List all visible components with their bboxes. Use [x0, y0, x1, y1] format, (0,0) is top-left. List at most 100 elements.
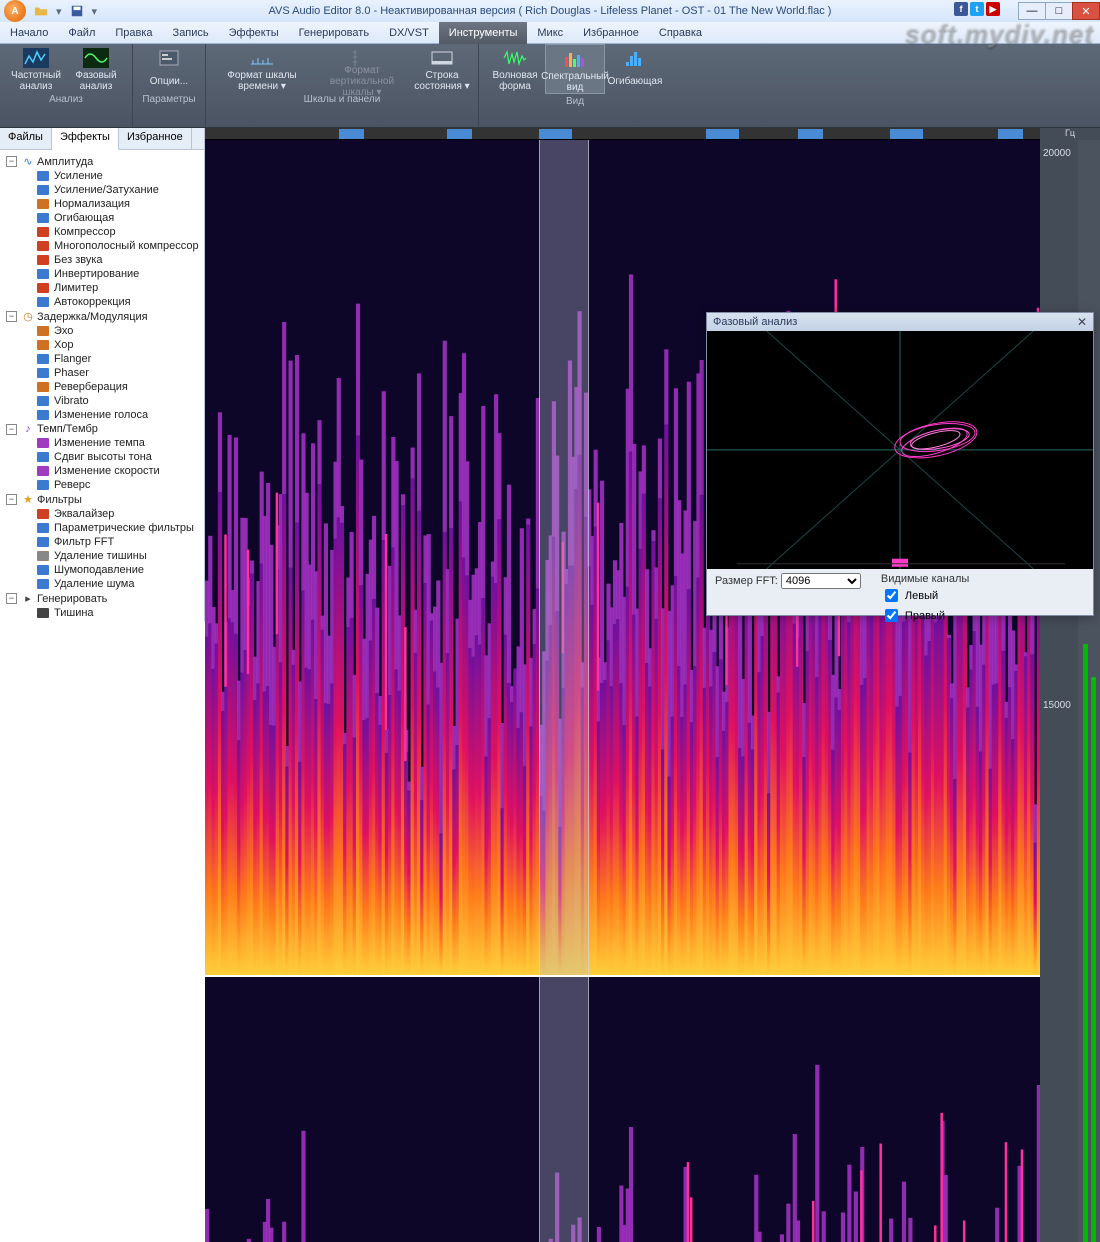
- title-bar: A ▾ ▾ AVS Audio Editor 8.0 - Неактивиров…: [0, 0, 1100, 22]
- tree-item[interactable]: Изменение голоса: [2, 408, 202, 422]
- menu-item[interactable]: Файл: [58, 22, 105, 44]
- tree-toggle-icon[interactable]: −: [6, 156, 17, 167]
- effect-icon: [36, 170, 50, 182]
- spectrogram-right[interactable]: [205, 977, 1040, 1242]
- sidebar-tab[interactable]: Эффекты: [52, 128, 119, 150]
- spectral-view-button[interactable]: Спектральный вид: [545, 44, 605, 94]
- tree-item[interactable]: Усиление/Затухание: [2, 183, 202, 197]
- sidebar-tab[interactable]: Избранное: [119, 128, 192, 149]
- youtube-icon[interactable]: ▶: [986, 2, 1000, 16]
- tree-item[interactable]: Удаление тишины: [2, 549, 202, 563]
- menu-item[interactable]: Генерировать: [289, 22, 379, 44]
- tree-item[interactable]: Эхо: [2, 324, 202, 338]
- tree-item[interactable]: Изменение скорости: [2, 464, 202, 478]
- effect-icon: [36, 451, 50, 463]
- phase-close-icon[interactable]: ✕: [1077, 315, 1087, 329]
- tree-item[interactable]: Автокоррекция: [2, 295, 202, 309]
- options-button[interactable]: Опции...: [139, 44, 199, 92]
- overview-track[interactable]: [205, 128, 1040, 140]
- menu-bar: НачалоФайлПравкаЗаписьЭффектыГенерироват…: [0, 22, 1100, 44]
- tree-group-header[interactable]: −▸Генерировать: [2, 591, 202, 606]
- tree-toggle-icon[interactable]: −: [6, 311, 17, 322]
- tree-item[interactable]: Vibrato: [2, 394, 202, 408]
- meter-bar: [1083, 644, 1088, 1242]
- qat-dropdown-icon[interactable]: ▾: [56, 5, 62, 18]
- effect-icon: [36, 479, 50, 491]
- effect-icon: [36, 437, 50, 449]
- effect-icon: [36, 550, 50, 562]
- menu-item[interactable]: Начало: [0, 22, 58, 44]
- effect-icon: [36, 607, 50, 619]
- tree-item[interactable]: Инвертирование: [2, 267, 202, 281]
- maximize-button[interactable]: □: [1045, 2, 1073, 20]
- menu-item[interactable]: Эффекты: [219, 22, 289, 44]
- save-icon[interactable]: [70, 4, 84, 18]
- ribbon-group-scales: Формат шкалы времени ▾ Формат вертикальн…: [206, 44, 479, 127]
- minimize-button[interactable]: —: [1018, 2, 1046, 20]
- sidebar-tabs: ФайлыЭффектыИзбранное: [0, 128, 204, 150]
- channel-left-checkbox[interactable]: Левый: [881, 586, 969, 605]
- effect-icon: [36, 395, 50, 407]
- tree-item[interactable]: Удаление шума: [2, 577, 202, 591]
- tree-item[interactable]: Сдвиг высоты тона: [2, 450, 202, 464]
- menu-item[interactable]: Микс: [527, 22, 573, 44]
- effect-icon: [36, 564, 50, 576]
- menu-item[interactable]: Запись: [163, 22, 219, 44]
- facebook-icon[interactable]: f: [954, 2, 968, 16]
- tree-group-header[interactable]: −◷Задержка/Модуляция: [2, 309, 202, 324]
- envelope-view-button[interactable]: Огибающая: [605, 44, 665, 94]
- selection-region[interactable]: [539, 977, 589, 1242]
- tree-group-header[interactable]: −★Фильтры: [2, 492, 202, 507]
- phase-analysis-button[interactable]: Фазовый анализ: [66, 44, 126, 92]
- effect-icon: [36, 508, 50, 520]
- qat-dropdown2-icon[interactable]: ▾: [92, 5, 98, 18]
- tree-item[interactable]: Phaser: [2, 366, 202, 380]
- menu-item[interactable]: DX/VST: [379, 22, 439, 44]
- options-icon: [156, 48, 182, 68]
- tree-item[interactable]: Фильтр FFT: [2, 535, 202, 549]
- menu-item[interactable]: Справка: [649, 22, 712, 44]
- ribbon-caption-analysis: Анализ: [49, 92, 83, 108]
- phase-panel-title: Фазовый анализ: [713, 316, 797, 328]
- open-icon[interactable]: [34, 4, 48, 18]
- tree-item[interactable]: Параметрические фильтры: [2, 521, 202, 535]
- tree-item[interactable]: Без звука: [2, 253, 202, 267]
- fft-size-select[interactable]: 4096: [781, 573, 861, 589]
- menu-item[interactable]: Инструменты: [439, 22, 528, 44]
- menu-item[interactable]: Правка: [105, 22, 162, 44]
- tree-item[interactable]: Огибающая: [2, 211, 202, 225]
- twitter-icon[interactable]: t: [970, 2, 984, 16]
- tree-group-header[interactable]: −♪Темп/Тембр: [2, 422, 202, 436]
- tree-toggle-icon[interactable]: −: [6, 424, 17, 435]
- tree-item[interactable]: Многополосный компрессор: [2, 239, 202, 253]
- tree-item[interactable]: Реверс: [2, 478, 202, 492]
- waveform-view-button[interactable]: Волновая форма: [485, 44, 545, 94]
- status-bar-button[interactable]: Строка состояния ▾: [412, 44, 472, 92]
- selection-region[interactable]: [539, 140, 589, 975]
- tree-toggle-icon[interactable]: −: [6, 494, 17, 505]
- tree-item[interactable]: Эквалайзер: [2, 507, 202, 521]
- tree-item[interactable]: Изменение темпа: [2, 436, 202, 450]
- tree-item[interactable]: Тишина: [2, 606, 202, 620]
- tree-group-header[interactable]: −∿Амплитуда: [2, 154, 202, 169]
- sidebar-tab[interactable]: Файлы: [0, 128, 52, 149]
- time-scale-format-button[interactable]: Формат шкалы времени ▾: [212, 44, 312, 92]
- effect-icon: [36, 367, 50, 379]
- tree-toggle-icon[interactable]: −: [6, 593, 17, 604]
- tree-item[interactable]: Реверберация: [2, 380, 202, 394]
- tree-item[interactable]: Компрессор: [2, 225, 202, 239]
- effect-icon: [36, 339, 50, 351]
- freq-analysis-button[interactable]: Частотный анализ: [6, 44, 66, 92]
- tree-item[interactable]: Шумоподавление: [2, 563, 202, 577]
- tree-item[interactable]: Усиление: [2, 169, 202, 183]
- phase-panel-header[interactable]: Фазовый анализ ✕: [707, 313, 1093, 331]
- channel-right-checkbox[interactable]: Правый: [881, 606, 969, 625]
- close-button[interactable]: ✕: [1072, 2, 1100, 20]
- window-controls: — □ ✕: [1019, 2, 1100, 20]
- vert-scale-format-button[interactable]: Формат вертикальной шкалы ▾: [312, 44, 412, 92]
- tree-item[interactable]: Лимитер: [2, 281, 202, 295]
- tree-item[interactable]: Нормализация: [2, 197, 202, 211]
- tree-item[interactable]: Flanger: [2, 352, 202, 366]
- tree-item[interactable]: Хор: [2, 338, 202, 352]
- menu-item[interactable]: Избранное: [573, 22, 649, 44]
